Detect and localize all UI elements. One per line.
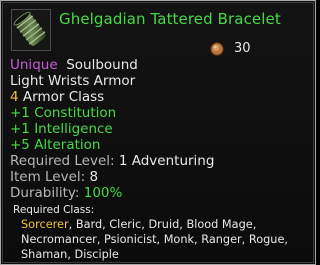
durability-line: Durability: 100% [10,185,122,201]
binding-label: Soulbound [66,57,138,73]
price-value: 30 [234,40,251,56]
armor-type: Light Wrists Armor [10,73,136,89]
highlighted-class: Sorcerer [21,218,69,231]
stat-line: +5 Alteration [10,137,101,153]
durability-value: 100% [83,185,123,201]
stat-line: +1 Intelligence [10,121,113,137]
rarity-label: Unique [10,57,58,73]
durability-label: Durability: [10,185,80,201]
rarity-line: Unique Soulbound [10,57,138,73]
required-level-value: 1 Adventuring [118,153,215,169]
item-level-line: Item Level: 8 [10,169,98,185]
item-price: 30 [210,39,251,57]
stat-line: +1 Constitution [10,105,117,121]
item-tooltip: Ghelgadian Tattered Bracelet 30 Unique S… [0,0,316,265]
copper-coin-icon [210,41,224,56]
armor-class-line: 4 Armor Class [10,89,104,105]
required-class-label: Required Class: [13,204,95,216]
required-class-list: Sorcerer, Bard, Cleric, Druid, Blood Mag… [21,217,306,262]
item-level-label: Item Level: [10,169,86,185]
item-name: Ghelgadian Tattered Bracelet [59,10,281,28]
bracelet-icon [11,9,51,51]
required-level-label: Required Level: [10,153,115,169]
required-level-line: Required Level: 1 Adventuring [10,153,214,169]
armor-class-label: Armor Class [22,89,105,105]
item-level-value: 8 [89,169,99,185]
armor-class-value: 4 [10,89,19,105]
